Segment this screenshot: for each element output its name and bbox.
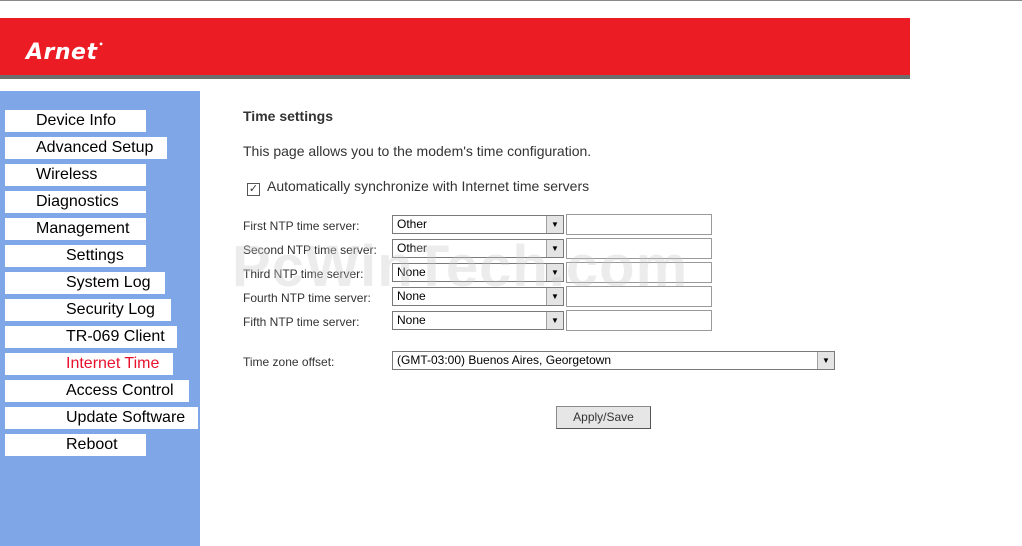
auto-sync-label: Automatically synchronize with Internet … [267, 178, 590, 194]
trademark-dot: • [98, 40, 105, 49]
ntp1-label: First NTP time server: [243, 219, 360, 233]
chevron-down-icon[interactable]: ▼ [817, 352, 834, 369]
page-title: Time settings [243, 108, 333, 124]
sidebar-item-update-software[interactable]: Update Software [5, 407, 198, 429]
apply-save-button[interactable]: Apply/Save [556, 406, 651, 429]
ntp2-custom-input[interactable] [566, 238, 712, 259]
chevron-down-icon[interactable]: ▼ [546, 264, 563, 281]
sidebar-item-wireless[interactable]: Wireless [5, 164, 146, 186]
ntp3-custom-input[interactable] [566, 262, 712, 283]
timezone-select[interactable]: (GMT-03:00) Buenos Aires, Georgetown ▼ [392, 351, 835, 370]
timezone-label: Time zone offset: [243, 355, 335, 369]
sidebar-item-security-log[interactable]: Security Log [5, 299, 171, 321]
auto-sync-row: ✓ Automatically synchronize with Internet… [247, 178, 589, 196]
sidebar-item-internet-time[interactable]: Internet Time [5, 353, 173, 375]
ntp2-select[interactable]: Other ▼ [392, 239, 564, 258]
sidebar-item-access-control[interactable]: Access Control [5, 380, 189, 402]
ntp1-select[interactable]: Other ▼ [392, 215, 564, 234]
sidebar-item-diagnostics[interactable]: Diagnostics [5, 191, 146, 213]
ntp5-custom-input[interactable] [566, 310, 712, 331]
sidebar-item-settings[interactable]: Settings [5, 245, 146, 267]
chevron-down-icon[interactable]: ▼ [546, 288, 563, 305]
page-description: This page allows you to the modem's time… [243, 143, 592, 159]
top-rule [0, 0, 1022, 1]
ntp5-select[interactable]: None ▼ [392, 311, 564, 330]
ntp4-custom-input[interactable] [566, 286, 712, 307]
sidebar-item-management[interactable]: Management [5, 218, 146, 240]
sidebar-item-tr069-client[interactable]: TR-069 Client [5, 326, 177, 348]
brand-logo: Arnet• [26, 40, 105, 65]
chevron-down-icon[interactable]: ▼ [546, 312, 563, 329]
sidebar-item-system-log[interactable]: System Log [5, 272, 165, 294]
ntp5-label: Fifth NTP time server: [243, 315, 360, 329]
ntp3-label: Third NTP time server: [243, 267, 364, 281]
ntp2-label: Second NTP time server: [243, 243, 377, 257]
sidebar-item-device-info[interactable]: Device Info [5, 110, 146, 132]
sidebar: Device Info Advanced Setup Wireless Diag… [0, 91, 200, 546]
chevron-down-icon[interactable]: ▼ [546, 240, 563, 257]
ntp4-label: Fourth NTP time server: [243, 291, 371, 305]
ntp3-select[interactable]: None ▼ [392, 263, 564, 282]
chevron-down-icon[interactable]: ▼ [546, 216, 563, 233]
ntp4-select[interactable]: None ▼ [392, 287, 564, 306]
sidebar-item-reboot[interactable]: Reboot [5, 434, 146, 456]
auto-sync-checkbox[interactable]: ✓ [247, 183, 260, 196]
ntp1-custom-input[interactable] [566, 214, 712, 235]
sidebar-item-advanced-setup[interactable]: Advanced Setup [5, 137, 167, 159]
header-banner: Arnet• [0, 18, 910, 79]
